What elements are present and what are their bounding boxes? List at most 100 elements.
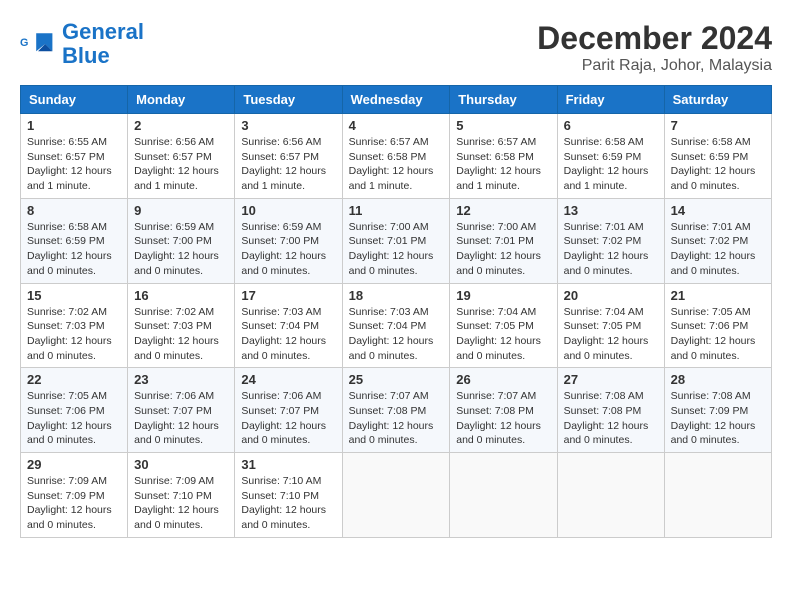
calendar-cell: 9 Sunrise: 6:59 AM Sunset: 7:00 PM Dayli… xyxy=(128,198,235,283)
day-number: 30 xyxy=(134,457,228,472)
logo-text: General Blue xyxy=(62,20,144,68)
calendar-cell: 21 Sunrise: 7:05 AM Sunset: 7:06 PM Dayl… xyxy=(664,283,771,368)
day-info: Sunrise: 7:02 AM Sunset: 7:03 PM Dayligh… xyxy=(27,305,121,364)
column-header-wednesday: Wednesday xyxy=(342,86,450,114)
day-info: Sunrise: 7:07 AM Sunset: 7:08 PM Dayligh… xyxy=(456,389,550,448)
day-info: Sunrise: 6:58 AM Sunset: 6:59 PM Dayligh… xyxy=(564,135,658,194)
page-header: G General Blue December 2024 Parit Raja,… xyxy=(20,20,772,75)
calendar-cell: 14 Sunrise: 7:01 AM Sunset: 7:02 PM Dayl… xyxy=(664,198,771,283)
calendar-cell: 3 Sunrise: 6:56 AM Sunset: 6:57 PM Dayli… xyxy=(235,114,342,199)
day-number: 2 xyxy=(134,118,228,133)
day-number: 12 xyxy=(456,203,550,218)
calendar-cell: 27 Sunrise: 7:08 AM Sunset: 7:08 PM Dayl… xyxy=(557,368,664,453)
calendar-week-5: 29 Sunrise: 7:09 AM Sunset: 7:09 PM Dayl… xyxy=(21,453,772,538)
calendar-cell: 16 Sunrise: 7:02 AM Sunset: 7:03 PM Dayl… xyxy=(128,283,235,368)
day-number: 31 xyxy=(241,457,335,472)
day-info: Sunrise: 7:03 AM Sunset: 7:04 PM Dayligh… xyxy=(241,305,335,364)
column-header-tuesday: Tuesday xyxy=(235,86,342,114)
day-info: Sunrise: 7:05 AM Sunset: 7:06 PM Dayligh… xyxy=(27,389,121,448)
page-title: December 2024 xyxy=(537,20,772,57)
day-number: 8 xyxy=(27,203,121,218)
calendar-cell: 24 Sunrise: 7:06 AM Sunset: 7:07 PM Dayl… xyxy=(235,368,342,453)
day-number: 28 xyxy=(671,372,765,387)
calendar-cell: 6 Sunrise: 6:58 AM Sunset: 6:59 PM Dayli… xyxy=(557,114,664,199)
day-info: Sunrise: 7:01 AM Sunset: 7:02 PM Dayligh… xyxy=(564,220,658,279)
day-number: 18 xyxy=(349,288,444,303)
day-info: Sunrise: 7:01 AM Sunset: 7:02 PM Dayligh… xyxy=(671,220,765,279)
calendar-cell: 29 Sunrise: 7:09 AM Sunset: 7:09 PM Dayl… xyxy=(21,453,128,538)
calendar-cell: 12 Sunrise: 7:00 AM Sunset: 7:01 PM Dayl… xyxy=(450,198,557,283)
calendar-cell xyxy=(450,453,557,538)
day-info: Sunrise: 6:57 AM Sunset: 6:58 PM Dayligh… xyxy=(349,135,444,194)
day-number: 1 xyxy=(27,118,121,133)
column-header-monday: Monday xyxy=(128,86,235,114)
title-block: December 2024 Parit Raja, Johor, Malaysi… xyxy=(537,20,772,75)
calendar-cell: 26 Sunrise: 7:07 AM Sunset: 7:08 PM Dayl… xyxy=(450,368,557,453)
day-info: Sunrise: 7:09 AM Sunset: 7:10 PM Dayligh… xyxy=(134,474,228,533)
day-number: 16 xyxy=(134,288,228,303)
logo-line2: Blue xyxy=(62,43,110,68)
calendar-table: SundayMondayTuesdayWednesdayThursdayFrid… xyxy=(20,85,772,538)
calendar-cell: 11 Sunrise: 7:00 AM Sunset: 7:01 PM Dayl… xyxy=(342,198,450,283)
day-info: Sunrise: 7:10 AM Sunset: 7:10 PM Dayligh… xyxy=(241,474,335,533)
calendar-cell: 2 Sunrise: 6:56 AM Sunset: 6:57 PM Dayli… xyxy=(128,114,235,199)
day-number: 10 xyxy=(241,203,335,218)
calendar-cell: 20 Sunrise: 7:04 AM Sunset: 7:05 PM Dayl… xyxy=(557,283,664,368)
calendar-cell: 13 Sunrise: 7:01 AM Sunset: 7:02 PM Dayl… xyxy=(557,198,664,283)
column-header-saturday: Saturday xyxy=(664,86,771,114)
calendar-week-3: 15 Sunrise: 7:02 AM Sunset: 7:03 PM Dayl… xyxy=(21,283,772,368)
day-number: 29 xyxy=(27,457,121,472)
calendar-cell: 8 Sunrise: 6:58 AM Sunset: 6:59 PM Dayli… xyxy=(21,198,128,283)
calendar-cell: 31 Sunrise: 7:10 AM Sunset: 7:10 PM Dayl… xyxy=(235,453,342,538)
day-number: 9 xyxy=(134,203,228,218)
day-info: Sunrise: 6:58 AM Sunset: 6:59 PM Dayligh… xyxy=(671,135,765,194)
day-number: 14 xyxy=(671,203,765,218)
day-info: Sunrise: 6:56 AM Sunset: 6:57 PM Dayligh… xyxy=(134,135,228,194)
calendar-cell: 30 Sunrise: 7:09 AM Sunset: 7:10 PM Dayl… xyxy=(128,453,235,538)
day-info: Sunrise: 7:06 AM Sunset: 7:07 PM Dayligh… xyxy=(241,389,335,448)
day-info: Sunrise: 7:05 AM Sunset: 7:06 PM Dayligh… xyxy=(671,305,765,364)
day-info: Sunrise: 7:08 AM Sunset: 7:09 PM Dayligh… xyxy=(671,389,765,448)
day-number: 15 xyxy=(27,288,121,303)
day-number: 3 xyxy=(241,118,335,133)
day-number: 5 xyxy=(456,118,550,133)
svg-text:G: G xyxy=(20,37,28,49)
day-info: Sunrise: 7:07 AM Sunset: 7:08 PM Dayligh… xyxy=(349,389,444,448)
day-number: 24 xyxy=(241,372,335,387)
day-info: Sunrise: 6:58 AM Sunset: 6:59 PM Dayligh… xyxy=(27,220,121,279)
day-number: 21 xyxy=(671,288,765,303)
day-number: 26 xyxy=(456,372,550,387)
day-number: 4 xyxy=(349,118,444,133)
column-header-friday: Friday xyxy=(557,86,664,114)
calendar-cell: 7 Sunrise: 6:58 AM Sunset: 6:59 PM Dayli… xyxy=(664,114,771,199)
column-header-sunday: Sunday xyxy=(21,86,128,114)
day-info: Sunrise: 6:55 AM Sunset: 6:57 PM Dayligh… xyxy=(27,135,121,194)
day-info: Sunrise: 6:59 AM Sunset: 7:00 PM Dayligh… xyxy=(241,220,335,279)
day-info: Sunrise: 7:08 AM Sunset: 7:08 PM Dayligh… xyxy=(564,389,658,448)
day-info: Sunrise: 7:03 AM Sunset: 7:04 PM Dayligh… xyxy=(349,305,444,364)
calendar-cell xyxy=(342,453,450,538)
logo-icon: G xyxy=(20,26,56,62)
day-info: Sunrise: 7:00 AM Sunset: 7:01 PM Dayligh… xyxy=(349,220,444,279)
day-number: 13 xyxy=(564,203,658,218)
calendar-cell: 28 Sunrise: 7:08 AM Sunset: 7:09 PM Dayl… xyxy=(664,368,771,453)
calendar-cell xyxy=(664,453,771,538)
day-info: Sunrise: 6:59 AM Sunset: 7:00 PM Dayligh… xyxy=(134,220,228,279)
day-info: Sunrise: 7:06 AM Sunset: 7:07 PM Dayligh… xyxy=(134,389,228,448)
calendar-cell: 17 Sunrise: 7:03 AM Sunset: 7:04 PM Dayl… xyxy=(235,283,342,368)
calendar-week-1: 1 Sunrise: 6:55 AM Sunset: 6:57 PM Dayli… xyxy=(21,114,772,199)
calendar-cell: 19 Sunrise: 7:04 AM Sunset: 7:05 PM Dayl… xyxy=(450,283,557,368)
day-number: 20 xyxy=(564,288,658,303)
calendar-week-4: 22 Sunrise: 7:05 AM Sunset: 7:06 PM Dayl… xyxy=(21,368,772,453)
calendar-cell: 18 Sunrise: 7:03 AM Sunset: 7:04 PM Dayl… xyxy=(342,283,450,368)
day-number: 11 xyxy=(349,203,444,218)
day-info: Sunrise: 7:00 AM Sunset: 7:01 PM Dayligh… xyxy=(456,220,550,279)
calendar-week-2: 8 Sunrise: 6:58 AM Sunset: 6:59 PM Dayli… xyxy=(21,198,772,283)
calendar-cell: 23 Sunrise: 7:06 AM Sunset: 7:07 PM Dayl… xyxy=(128,368,235,453)
calendar-header-row: SundayMondayTuesdayWednesdayThursdayFrid… xyxy=(21,86,772,114)
day-number: 19 xyxy=(456,288,550,303)
day-number: 6 xyxy=(564,118,658,133)
calendar-cell: 15 Sunrise: 7:02 AM Sunset: 7:03 PM Dayl… xyxy=(21,283,128,368)
day-info: Sunrise: 7:09 AM Sunset: 7:09 PM Dayligh… xyxy=(27,474,121,533)
day-number: 25 xyxy=(349,372,444,387)
